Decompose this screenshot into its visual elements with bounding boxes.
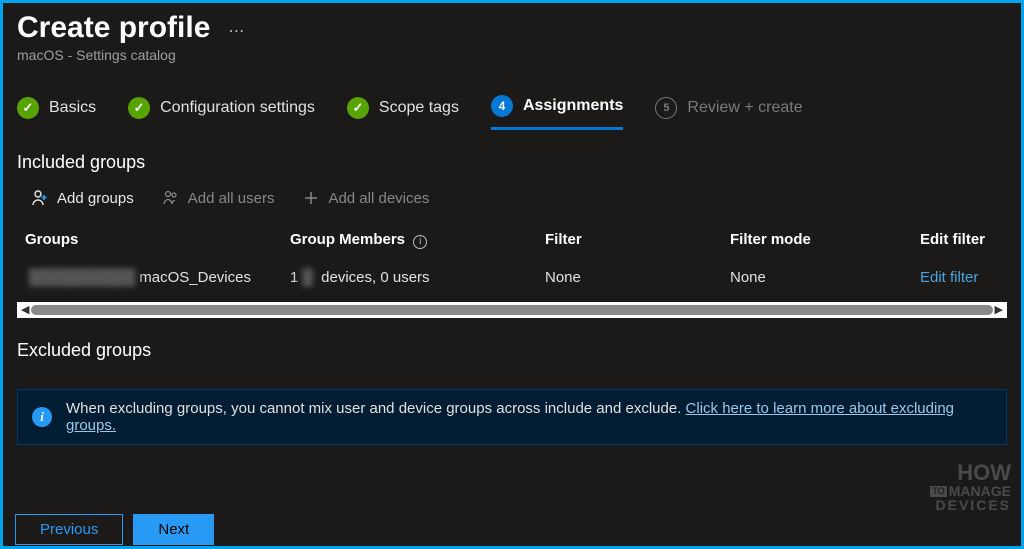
add-groups-button[interactable]: Add groups [31,189,134,207]
more-actions-icon[interactable]: ⋯ [228,21,246,41]
user-plus-icon [31,189,49,207]
tab-label: Review + create [687,99,802,117]
info-icon[interactable]: i [413,235,427,249]
cell-filter: None [537,263,722,292]
page-title: Create profile [17,11,210,45]
info-icon: i [32,407,52,427]
plus-icon [302,189,320,207]
tab-assignments[interactable]: 4 Assignments [491,95,623,130]
tab-label: Basics [49,99,96,117]
check-icon [17,97,39,119]
cell-group-members: 1█ devices, 0 users [282,263,537,292]
col-filter[interactable]: Filter [537,225,722,263]
col-edit-filter: Edit filter [912,225,1021,263]
col-filter-mode[interactable]: Filter mode [722,225,912,263]
add-all-devices-button[interactable]: Add all devices [302,189,429,207]
action-label: Add all users [188,190,275,207]
check-icon [347,97,369,119]
action-label: Add all devices [328,190,429,207]
excluded-groups-heading: Excluded groups [3,318,1021,369]
table-row[interactable]: ██████████macOS_Devices 1█ devices, 0 us… [17,263,1021,292]
cell-filter-mode: None [722,263,912,292]
included-groups-table: Groups Group Members i Filter Filter mod… [17,225,1021,292]
watermark: HOW TO MANAGE DEVICES [930,462,1011,512]
col-groups[interactable]: Groups [17,225,282,263]
info-banner: i When excluding groups, you cannot mix … [17,389,1007,445]
add-all-users-button[interactable]: Add all users [162,189,275,207]
check-icon [128,97,150,119]
step-number-icon: 4 [491,95,513,117]
col-group-members[interactable]: Group Members i [282,225,537,263]
banner-text: When excluding groups, you cannot mix us… [66,400,992,434]
tab-label: Configuration settings [160,99,315,117]
action-label: Add groups [57,190,134,207]
users-icon [162,189,180,207]
page-subtitle: macOS - Settings catalog [17,47,1007,63]
wizard-tabs: Basics Configuration settings Scope tags… [3,69,1021,130]
included-groups-heading: Included groups [3,130,1021,181]
previous-button[interactable]: Previous [15,514,123,545]
tab-review-create[interactable]: 5 Review + create [655,97,802,129]
edit-filter-link[interactable]: Edit filter [920,269,978,286]
scrollbar-thumb[interactable] [31,305,993,315]
tab-scope-tags[interactable]: Scope tags [347,97,459,129]
cell-group-name: ██████████macOS_Devices [17,263,282,292]
scroll-right-icon[interactable]: ▶ [993,303,1003,316]
next-button[interactable]: Next [133,514,214,545]
tab-label: Scope tags [379,99,459,117]
tab-basics[interactable]: Basics [17,97,96,129]
scroll-left-icon[interactable]: ◀ [21,303,31,316]
tab-configuration-settings[interactable]: Configuration settings [128,97,315,129]
horizontal-scrollbar[interactable]: ◀ ▶ [17,302,1007,318]
step-number-icon: 5 [655,97,677,119]
tab-label: Assignments [523,97,623,115]
